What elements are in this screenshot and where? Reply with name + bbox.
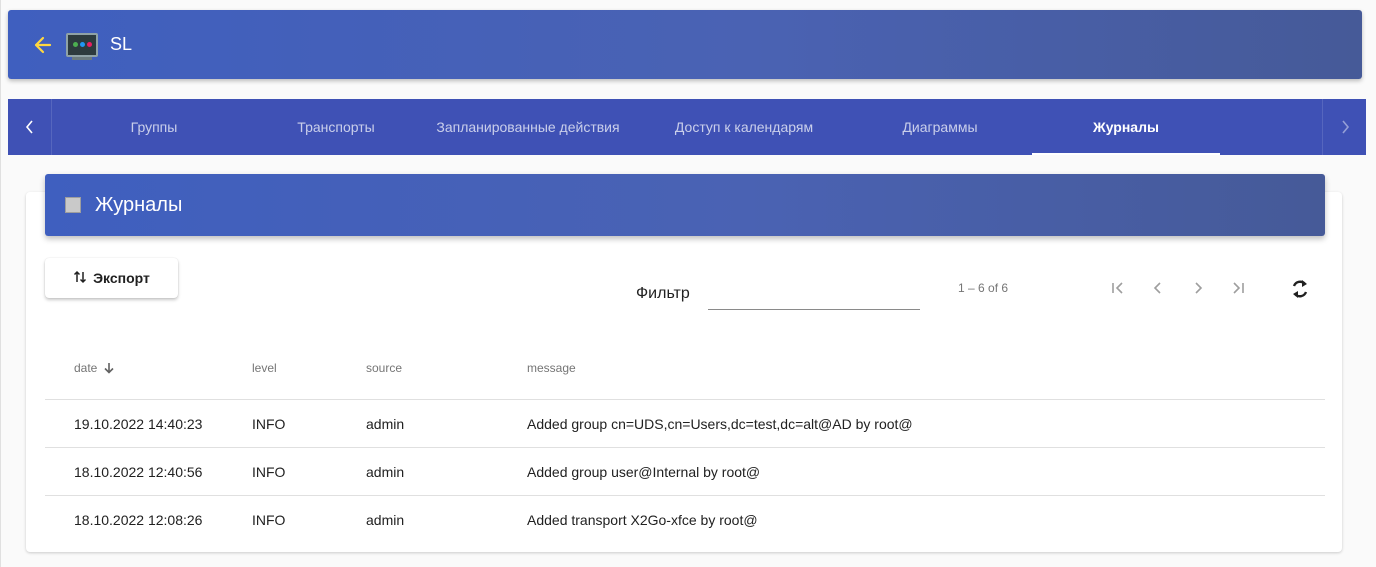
app-title: SL [110,34,133,54]
tab-label: Группы [130,119,178,135]
tabs-next-button[interactable] [1322,99,1366,155]
arrow-left-icon [34,36,52,53]
table-header: date level source message [45,336,1325,400]
chevron-right-icon [1341,120,1349,134]
tabs: Группы Транспорты Запланированные действ… [52,99,1322,155]
refresh-icon [1292,280,1308,298]
table-row[interactable]: 19.10.2022 14:40:23 INFO admin Added gro… [45,400,1325,448]
card-title: Журналы [95,193,183,216]
header-source[interactable]: source [366,361,527,375]
paginator-range-label: 1 – 6 of 6 [958,281,1009,295]
back-button[interactable] [30,32,56,58]
chevron-left-icon [1153,282,1161,294]
tab-logs[interactable]: Журналы [1032,99,1220,155]
paginator: 1 – 6 of 6 [920,256,1277,320]
last-page-button[interactable] [1218,268,1258,308]
cell-source: admin [366,415,405,432]
cell-date: 18.10.2022 12:08:26 [74,512,203,528]
tab-bar: Группы Транспорты Запланированные действ… [8,99,1366,155]
card-header: Журналы [45,174,1325,236]
logs-icon [65,197,81,213]
export-button[interactable]: Экспорт [45,258,178,298]
cell-level: INFO [252,512,286,528]
tab-label: Доступ к календарям [674,119,814,135]
export-label: Экспорт [93,270,150,286]
import-export-icon [73,270,87,287]
header-date[interactable]: date [45,361,252,375]
header-date-label: date [74,360,98,375]
first-page-button[interactable] [1098,268,1138,308]
tab-groups[interactable]: Группы [52,99,256,155]
table-row[interactable]: 18.10.2022 12:40:56 INFO admin Added gro… [45,448,1325,496]
cell-level: INFO [252,415,286,432]
cell-message: Added group cn=UDS,cn=Users,dc=test,dc=a… [527,415,913,432]
tab-scheduled-actions[interactable]: Запланированные действия [416,99,640,155]
cell-source: admin [366,463,405,480]
tab-charts[interactable]: Диаграммы [848,99,1032,155]
tab-calendar-access[interactable]: Доступ к календарям [640,99,848,155]
cell-message: Added transport X2Go-xfce by root@ [527,512,758,528]
filter-label: Фильтр [636,285,690,302]
last-page-icon [1233,282,1244,294]
tab-label: Журналы [1093,119,1159,135]
chevron-left-icon [25,120,33,134]
tab-label: Транспорты [297,119,375,135]
arrow-down-icon [104,362,114,374]
header-message[interactable]: message [527,361,1325,375]
table-row[interactable]: 18.10.2022 12:08:26 INFO admin Added tra… [45,496,1325,544]
cell-level: INFO [252,463,286,480]
filter-input[interactable] [708,278,920,310]
app-monitor-icon [66,32,98,60]
cell-date: 19.10.2022 14:40:23 [74,415,203,432]
refresh-button[interactable] [1284,273,1316,305]
tab-transports[interactable]: Транспорты [256,99,416,155]
next-page-button[interactable] [1178,268,1218,308]
cell-date: 18.10.2022 12:40:56 [74,463,203,480]
header-level[interactable]: level [252,361,366,375]
previous-page-button[interactable] [1138,268,1178,308]
cell-message: Added group user@Internal by root@ [527,463,761,480]
tab-label: Запланированные действия [436,119,620,135]
tabs-prev-button[interactable] [8,99,52,155]
first-page-icon [1112,282,1123,294]
cell-source: admin [366,512,405,528]
logs-table: date level source message 19.10.2022 14:… [45,336,1325,544]
tab-label: Диаграммы [902,119,978,135]
app-bar: SL [8,10,1362,79]
chevron-right-icon [1195,282,1203,294]
